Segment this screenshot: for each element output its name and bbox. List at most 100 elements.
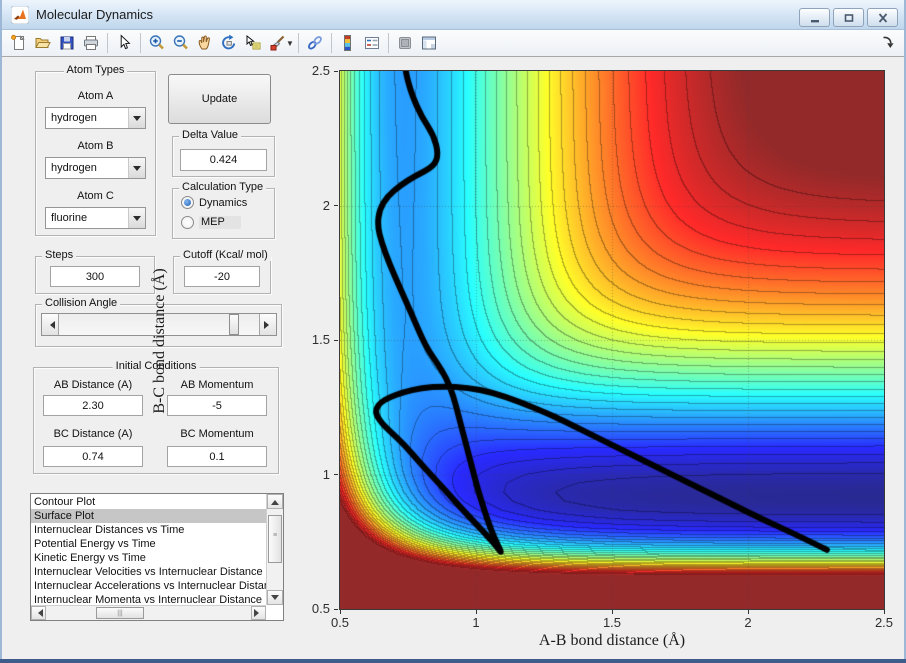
scroll-right-button[interactable] [251,606,266,620]
list-item[interactable]: Internuclear Accelerations vs Internucle… [31,579,266,593]
toolbar-open-file-button[interactable] [31,31,55,55]
list-item[interactable]: Internuclear Velocities vs Internuclear … [31,565,266,579]
delta-value-field[interactable]: 0.424 [180,149,267,171]
toolbar-print-figure-button[interactable] [79,31,103,55]
bc-distance-label: BC Distance (A) [53,428,133,440]
list-item[interactable]: Internuclear Momenta vs Internuclear Dis… [31,593,266,605]
toolbar-show-plot-tools-button[interactable] [417,31,441,55]
y-tick-mark [334,339,338,341]
toolbar-link-plot-button[interactable] [303,31,327,55]
toolbar-insert-colorbar-button[interactable] [336,31,360,55]
atom-a-dropdown[interactable]: hydrogen [45,107,146,129]
print-figure-icon [84,36,98,50]
dynamics-radio-row[interactable]: Dynamics [181,196,247,209]
atom-b-dropdown[interactable]: hydrogen [45,157,146,179]
window-border-bottom [0,659,906,663]
toolbar-rotate-3d-button[interactable] [217,31,241,55]
update-button[interactable]: Update [168,74,271,124]
atom-c-value: fluorine [51,212,88,224]
x-tick-label: 0.5 [330,615,350,630]
vertical-scrollbar[interactable]: ≡ [266,494,283,605]
toolbar-edit-plot-button[interactable] [112,31,136,55]
y-tick-mark [334,205,338,206]
toolbar-insert-legend-button[interactable] [360,31,384,55]
save-figure-icon [60,36,74,50]
scroll-down-button[interactable] [267,590,283,605]
ab-distance-field[interactable]: 2.30 [43,395,143,416]
zoom-in-icon [149,35,164,50]
calculation-type-title: Calculation Type [179,181,267,193]
x-tick-mark [883,610,885,614]
close-button[interactable] [867,8,898,27]
steps-title: Steps [42,249,77,261]
x-tick-mark [611,610,613,614]
atom-a-label: Atom A [77,90,114,102]
x-tick-label: 2.5 [874,615,894,630]
list-item[interactable]: Surface Plot [31,509,266,523]
y-axis-label: B-C bond distance (Å) [151,268,168,414]
atom-types-title: Atom Types [63,64,128,76]
bc-distance-field[interactable]: 0.74 [43,446,143,467]
toolbar-separator [107,33,108,53]
horizontal-scrollbar[interactable]: ||| [31,605,266,620]
list-item[interactable]: Contour Plot [31,495,266,509]
toolbar-pan-button[interactable] [193,31,217,55]
toolbar-data-cursor-button[interactable] [241,31,265,55]
slider-right-arrow[interactable] [259,314,276,335]
scroll-up-button[interactable] [267,494,283,509]
radio-unselected-icon[interactable] [181,216,194,229]
window-border-left [0,0,2,663]
toolbar-hide-plot-tools-button[interactable] [393,31,417,55]
data-cursor-icon [246,34,261,50]
y-tick-label: 2.5 [311,63,330,78]
slider-left-arrow[interactable] [42,314,59,335]
y-tick-mark [334,474,338,475]
ab-distance-label: AB Distance (A) [53,379,133,391]
y-tick-mark [334,608,338,610]
y-tick-label: 1 [322,466,330,482]
toolbar-zoom-in-button[interactable] [145,31,169,55]
x-tick-label: 1.5 [602,615,622,630]
dock-figure-icon[interactable] [880,34,896,50]
chevron-down-icon[interactable] [128,108,145,128]
mep-radio-row[interactable]: MEP [181,216,241,229]
slider-thumb[interactable] [229,314,239,335]
bc-momentum-label: BC Momentum [180,428,254,440]
open-file-icon [35,38,51,48]
steps-field[interactable]: 300 [50,266,140,287]
matlab-app-icon [10,5,30,25]
zoom-out-icon [173,35,188,50]
cutoff-field[interactable]: -20 [184,266,260,287]
y-tick-mark [334,70,338,72]
toolbar-separator [297,33,299,53]
ab-momentum-field[interactable]: -5 [167,395,267,416]
vertical-scroll-thumb[interactable]: ≡ [268,515,282,563]
chevron-down-icon[interactable] [128,208,145,228]
minimize-button[interactable] [799,8,830,27]
plot-type-listbox[interactable]: Contour Plot Surface Plot Internuclear Dis… [30,493,284,621]
brush-dropdown-caret-icon[interactable]: ▼ [286,39,294,48]
window-title: Molecular Dynamics [36,7,154,22]
toolbar-new-figure-button[interactable] [7,31,31,55]
scroll-left-button[interactable] [31,606,46,620]
cutoff-title: Cutoff (Kcal/ mol) [180,249,271,261]
toolbar-separator [140,33,141,53]
restore-button[interactable] [833,8,864,27]
list-item[interactable]: Internuclear Distances vs Time [31,523,266,537]
list-item[interactable]: Kinetic Energy vs Time [31,551,266,565]
toolbar-save-figure-button[interactable] [55,31,79,55]
atom-c-dropdown[interactable]: fluorine [45,207,146,229]
chevron-down-icon[interactable] [128,158,145,178]
bc-momentum-field[interactable]: 0.1 [167,446,267,467]
radio-selected-icon[interactable] [181,196,194,209]
plot-box [339,70,885,610]
contour-plot-canvas[interactable] [340,71,884,609]
dynamics-radio-label: Dynamics [199,196,248,209]
horizontal-scroll-thumb[interactable]: ||| [96,607,144,619]
toolbar-zoom-out-button[interactable] [169,31,193,55]
list-item[interactable]: Potential Energy vs Time [31,537,266,551]
y-tick-label: 0.5 [311,601,330,616]
x-tick-mark [747,610,749,614]
brush-data-icon [270,35,285,51]
titlebar[interactable]: Molecular Dynamics [0,0,906,30]
